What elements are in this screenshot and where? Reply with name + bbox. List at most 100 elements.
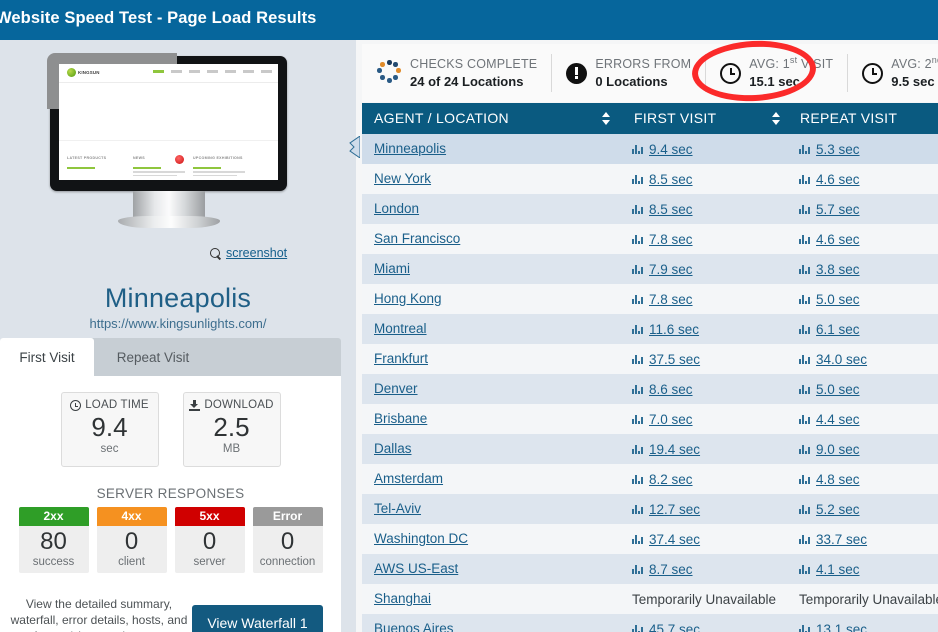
timing-link[interactable]: 7.0 sec bbox=[649, 412, 693, 427]
row-first-visit-cell[interactable]: 8.7 sec bbox=[632, 562, 693, 577]
timing-link[interactable]: 4.1 sec bbox=[816, 562, 860, 577]
site-thumbnail[interactable]: KINGSUN LATEST PRODUCTS NEWS UPCOMING EX… bbox=[59, 64, 278, 180]
timing-link[interactable]: 5.2 sec bbox=[816, 502, 860, 517]
row-agent-cell[interactable]: Frankfurt bbox=[374, 350, 428, 368]
sort-first-visit-icon[interactable] bbox=[772, 112, 781, 125]
timing-link[interactable]: 7.8 sec bbox=[649, 232, 693, 247]
timing-link[interactable]: 11.6 sec bbox=[649, 322, 699, 337]
timing-link[interactable]: 8.2 sec bbox=[649, 472, 693, 487]
table-row[interactable]: Buenos Aires 45.7 sec 13.1 sec bbox=[362, 614, 938, 632]
table-row[interactable]: London 8.5 sec 5.7 sec bbox=[362, 194, 938, 224]
agent-link[interactable]: Frankfurt bbox=[374, 351, 428, 366]
row-repeat-visit-cell[interactable]: 9.0 sec bbox=[799, 442, 860, 457]
tab-first-visit[interactable]: First Visit bbox=[0, 338, 94, 376]
agent-link[interactable]: Buenos Aires bbox=[374, 621, 454, 632]
row-agent-cell[interactable]: AWS US-East bbox=[374, 560, 458, 578]
row-agent-cell[interactable]: Tel-Aviv bbox=[374, 500, 421, 518]
timing-link[interactable]: 8.7 sec bbox=[649, 562, 693, 577]
row-agent-cell[interactable]: Miami bbox=[374, 260, 410, 278]
agent-link[interactable]: San Francisco bbox=[374, 231, 460, 246]
agent-link[interactable]: Tel-Aviv bbox=[374, 501, 421, 516]
row-repeat-visit-cell[interactable]: 13.1 sec bbox=[799, 622, 867, 632]
row-repeat-visit-cell[interactable]: 5.3 sec bbox=[799, 142, 860, 157]
row-first-visit-cell[interactable]: 37.5 sec bbox=[632, 352, 700, 367]
row-agent-cell[interactable]: Dallas bbox=[374, 440, 412, 458]
row-repeat-visit-cell[interactable]: 4.6 sec bbox=[799, 172, 860, 187]
timing-link[interactable]: 6.1 sec bbox=[816, 322, 860, 337]
timing-link[interactable]: 12.7 sec bbox=[649, 502, 700, 517]
timing-link[interactable]: 5.0 sec bbox=[816, 382, 860, 397]
table-row[interactable]: Denver 8.6 sec 5.0 sec bbox=[362, 374, 938, 404]
timing-link[interactable]: 7.8 sec bbox=[649, 292, 693, 307]
timing-link[interactable]: 13.1 sec bbox=[816, 622, 867, 632]
row-first-visit-cell[interactable]: 8.6 sec bbox=[632, 382, 693, 397]
table-row[interactable]: Montreal 11.6 sec 6.1 sec bbox=[362, 314, 938, 344]
screenshot-link[interactable]: screenshot bbox=[226, 246, 287, 260]
agent-link[interactable]: Hong Kong bbox=[374, 291, 442, 306]
row-repeat-visit-cell[interactable]: 4.6 sec bbox=[799, 232, 860, 247]
row-repeat-visit-cell[interactable]: 5.0 sec bbox=[799, 292, 860, 307]
row-agent-cell[interactable]: Minneapolis bbox=[374, 140, 446, 158]
timing-link[interactable]: 9.0 sec bbox=[816, 442, 860, 457]
table-row[interactable]: Amsterdam 8.2 sec 4.8 sec bbox=[362, 464, 938, 494]
row-first-visit-cell[interactable]: 37.4 sec bbox=[632, 532, 700, 547]
timing-link[interactable]: 4.4 sec bbox=[816, 412, 860, 427]
column-header-repeat-visit[interactable]: REPEAT VISIT bbox=[800, 103, 897, 134]
timing-link[interactable]: 4.6 sec bbox=[816, 172, 860, 187]
row-first-visit-cell[interactable]: 7.9 sec bbox=[632, 262, 693, 277]
table-row[interactable]: San Francisco 7.8 sec 4.6 sec bbox=[362, 224, 938, 254]
timing-link[interactable]: 9.4 sec bbox=[649, 142, 693, 157]
row-repeat-visit-cell[interactable]: 4.8 sec bbox=[799, 472, 860, 487]
timing-link[interactable]: 37.4 sec bbox=[649, 532, 700, 547]
row-repeat-visit-cell[interactable]: 5.7 sec bbox=[799, 202, 860, 217]
row-first-visit-cell[interactable]: 8.2 sec bbox=[632, 472, 693, 487]
timing-link[interactable]: 8.5 sec bbox=[649, 172, 693, 187]
timing-link[interactable]: 5.3 sec bbox=[816, 142, 860, 157]
agent-link[interactable]: Shanghai bbox=[374, 591, 431, 606]
table-row[interactable]: Miami 7.9 sec 3.8 sec bbox=[362, 254, 938, 284]
timing-link[interactable]: 5.7 sec bbox=[816, 202, 860, 217]
row-agent-cell[interactable]: New York bbox=[374, 170, 431, 188]
tab-repeat-visit[interactable]: Repeat Visit bbox=[94, 338, 212, 376]
row-agent-cell[interactable]: Brisbane bbox=[374, 410, 427, 428]
row-repeat-visit-cell[interactable]: 4.4 sec bbox=[799, 412, 860, 427]
row-repeat-visit-cell[interactable]: 34.0 sec bbox=[799, 352, 867, 367]
table-row[interactable]: Frankfurt 37.5 sec 34.0 sec bbox=[362, 344, 938, 374]
agent-link[interactable]: AWS US-East bbox=[374, 561, 458, 576]
table-row[interactable]: New York 8.5 sec 4.6 sec bbox=[362, 164, 938, 194]
agent-link[interactable]: Miami bbox=[374, 261, 410, 276]
agent-link[interactable]: Amsterdam bbox=[374, 471, 443, 486]
row-first-visit-cell[interactable]: 45.7 sec bbox=[632, 622, 700, 632]
timing-link[interactable]: 7.9 sec bbox=[649, 262, 693, 277]
row-agent-cell[interactable]: Denver bbox=[374, 380, 418, 398]
column-header-agent[interactable]: AGENT / LOCATION bbox=[374, 103, 509, 134]
table-row[interactable]: Hong Kong 7.8 sec 5.0 sec bbox=[362, 284, 938, 314]
timing-link[interactable]: 37.5 sec bbox=[649, 352, 700, 367]
row-first-visit-cell[interactable]: 7.8 sec bbox=[632, 292, 693, 307]
table-row[interactable]: Brisbane 7.0 sec 4.4 sec bbox=[362, 404, 938, 434]
row-repeat-visit-cell[interactable]: 5.0 sec bbox=[799, 382, 860, 397]
timing-link[interactable]: 3.8 sec bbox=[816, 262, 860, 277]
row-agent-cell[interactable]: Montreal bbox=[374, 320, 427, 338]
row-repeat-visit-cell[interactable]: 6.1 sec bbox=[799, 322, 860, 337]
row-agent-cell[interactable]: Washington DC bbox=[374, 530, 468, 548]
agent-link[interactable]: Montreal bbox=[374, 321, 427, 336]
timing-link[interactable]: 8.5 sec bbox=[649, 202, 693, 217]
timing-link[interactable]: 8.6 sec bbox=[649, 382, 693, 397]
timing-link[interactable]: 33.7 sec bbox=[816, 532, 867, 547]
sort-agent-icon[interactable] bbox=[602, 112, 611, 125]
timing-link[interactable]: 4.8 sec bbox=[816, 472, 860, 487]
row-agent-cell[interactable]: Amsterdam bbox=[374, 470, 443, 488]
row-first-visit-cell[interactable]: 7.8 sec bbox=[632, 232, 693, 247]
table-row[interactable]: Shanghai Temporarily Unavailable Temporari… bbox=[362, 584, 938, 614]
row-first-visit-cell[interactable]: 11.6 sec bbox=[632, 322, 699, 337]
timing-link[interactable]: 34.0 sec bbox=[816, 352, 867, 367]
row-repeat-visit-cell[interactable]: 3.8 sec bbox=[799, 262, 860, 277]
agent-link[interactable]: Brisbane bbox=[374, 411, 427, 426]
agent-link[interactable]: Washington DC bbox=[374, 531, 468, 546]
row-first-visit-cell[interactable]: 19.4 sec bbox=[632, 442, 700, 457]
row-agent-cell[interactable]: Shanghai bbox=[374, 590, 431, 608]
row-first-visit-cell[interactable]: 8.5 sec bbox=[632, 172, 693, 187]
table-row[interactable]: AWS US-East 8.7 sec 4.1 sec bbox=[362, 554, 938, 584]
row-first-visit-cell[interactable]: 9.4 sec bbox=[632, 142, 693, 157]
